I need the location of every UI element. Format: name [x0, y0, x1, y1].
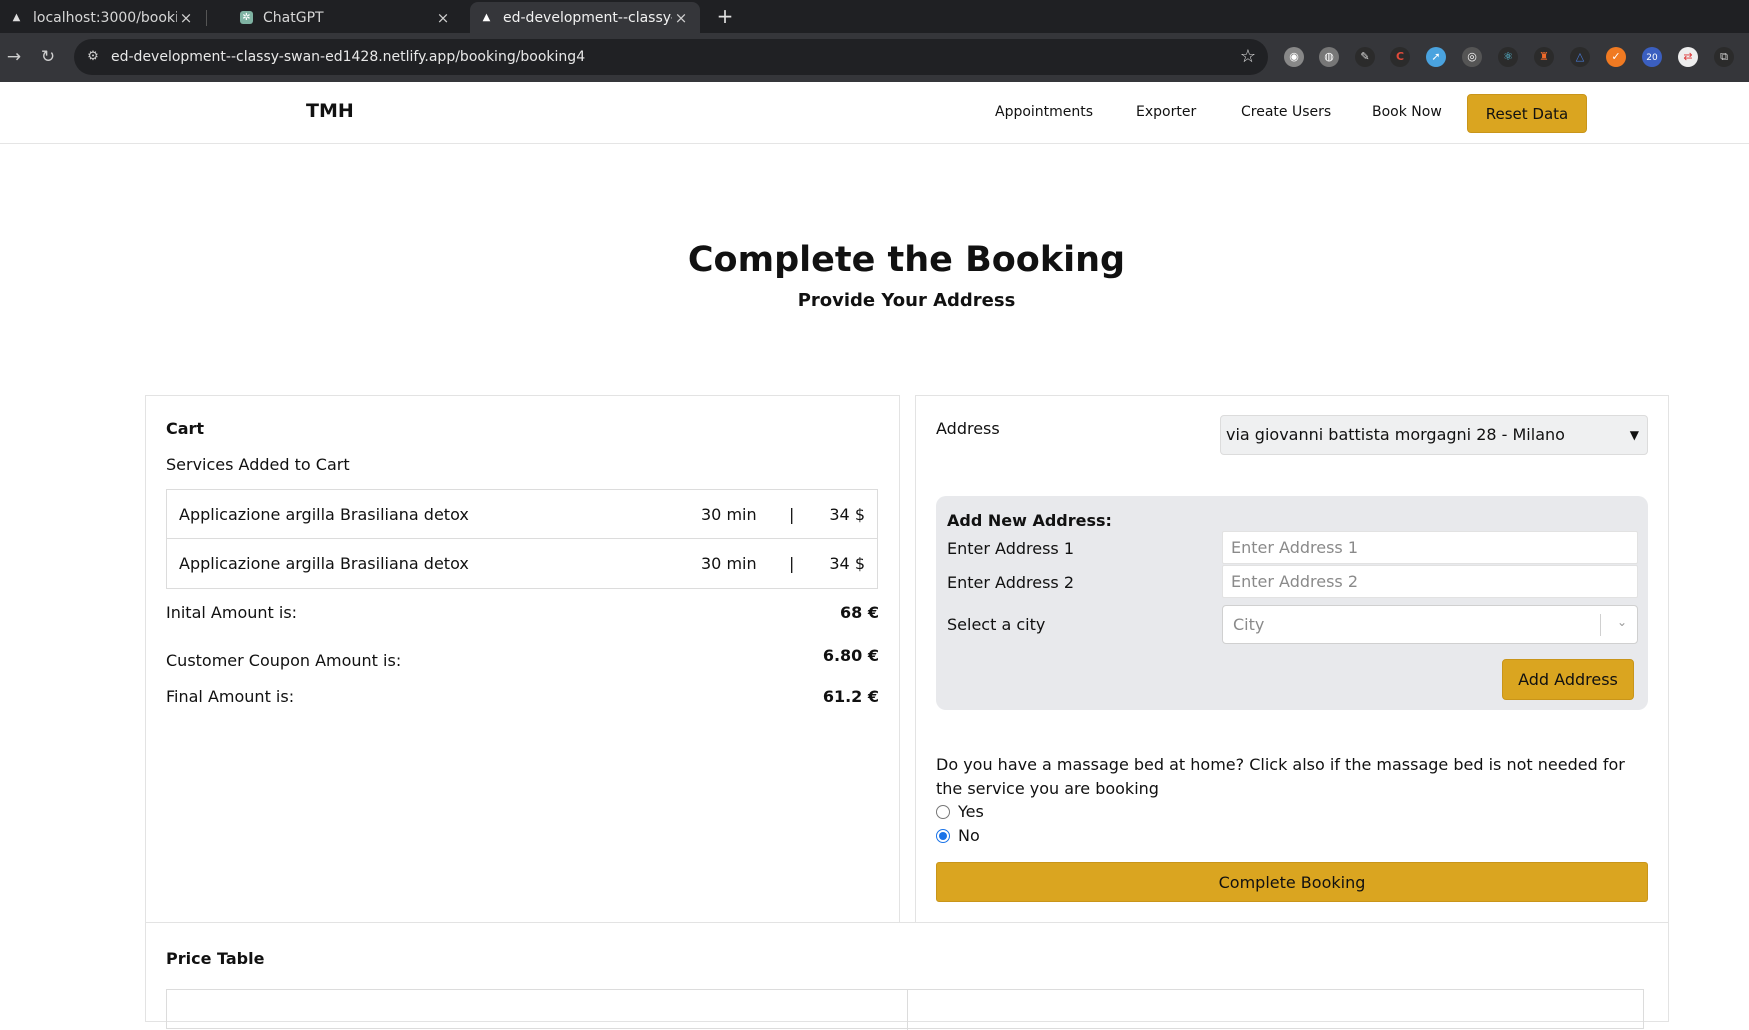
service-row: Applicazione argilla Brasiliana detox 30… — [167, 490, 877, 539]
triangle-favicon-icon: ▲ — [12, 12, 21, 23]
radio-no[interactable] — [936, 828, 950, 843]
radio-option-yes[interactable]: Yes — [936, 802, 984, 821]
selected-address: via giovanni battista morgagni 28 - Mila… — [1226, 425, 1565, 444]
extension-badge: 20 — [1646, 53, 1658, 63]
address-bar[interactable]: ⚙ ed-development--classy-swan-ed1428.net… — [74, 39, 1268, 75]
select-divider — [1600, 614, 1601, 636]
coupon-amount-label: Customer Coupon Amount is: — [166, 651, 402, 670]
tab-title: localhost:3000/booking/ — [33, 9, 177, 26]
url-text: ed-development--classy-swan-ed1428.netli… — [111, 49, 586, 65]
new-address-panel: Add New Address: Enter Address 1 Enter A… — [936, 496, 1648, 710]
service-duration: 30 min — [701, 505, 757, 524]
nav-exporter[interactable]: Exporter — [1136, 104, 1196, 120]
nav-book-now[interactable]: Book Now — [1372, 104, 1442, 120]
browser-toolbar: → ↻ ⚙ ed-development--classy-swan-ed1428… — [0, 33, 1749, 82]
service-row: Applicazione argilla Brasiliana detox 30… — [167, 539, 877, 588]
browser-tab-bar: ▲ localhost:3000/booking/ × ✲ ChatGPT × … — [0, 0, 1749, 33]
final-amount-label: Final Amount is: — [166, 687, 295, 706]
city-label: Select a city — [947, 615, 1046, 634]
react-extension-icon[interactable]: ⚛ — [1498, 47, 1518, 67]
tab-title: ed-development--classy- — [503, 9, 672, 26]
nav-appointments[interactable]: Appointments — [995, 104, 1093, 120]
close-tab-icon[interactable]: × — [177, 9, 195, 27]
cart-subtitle: Services Added to Cart — [166, 455, 350, 474]
initial-amount-value: 68 € — [840, 603, 879, 622]
radio-option-no[interactable]: No — [936, 826, 980, 845]
site-settings-icon[interactable]: ⚙ — [84, 48, 102, 66]
cart-card: Cart Services Added to Cart Applicazione… — [145, 395, 900, 923]
target-extension-icon[interactable]: ◎ — [1462, 47, 1482, 67]
add-address-button[interactable]: Add Address — [1502, 659, 1634, 700]
close-tab-icon[interactable]: × — [434, 9, 452, 27]
brand-logo[interactable]: TMH — [306, 100, 354, 122]
initial-amount-label: Inital Amount is: — [166, 603, 298, 622]
page-subtitle: Provide Your Address — [797, 290, 1016, 311]
c-extension-icon[interactable]: C — [1390, 47, 1410, 67]
service-price: 34 $ — [829, 505, 865, 524]
browser-tab-localhost[interactable]: ▲ localhost:3000/booking/ × — [0, 2, 205, 33]
globe-extension-icon[interactable]: ◍ — [1319, 47, 1339, 67]
cart-title: Cart — [166, 419, 205, 438]
browser-tab-active[interactable]: ▲ ed-development--classy- × — [470, 2, 700, 33]
radio-yes[interactable] — [936, 804, 950, 819]
forward-icon[interactable]: → — [2, 45, 26, 69]
service-name: Applicazione argilla Brasiliana detox — [179, 505, 469, 524]
chatgpt-favicon-icon: ✲ — [240, 11, 253, 24]
camera-extension-icon[interactable]: ◉ — [1284, 47, 1304, 67]
complete-booking-button[interactable]: Complete Booking — [936, 862, 1648, 902]
tab-title: ChatGPT — [263, 9, 324, 26]
service-name: Applicazione argilla Brasiliana detox — [179, 554, 469, 573]
price-table-card: Price Table — [145, 922, 1669, 1030]
address2-input[interactable] — [1222, 565, 1638, 598]
coupon-amount-value: 6.80 € — [822, 646, 879, 665]
red-extension-icon[interactable]: ⇄ — [1678, 47, 1698, 67]
services-table: Applicazione argilla Brasiliana detox 30… — [166, 489, 878, 589]
city-select[interactable]: City ⌄ — [1222, 605, 1638, 644]
service-price: 34 $ — [829, 554, 865, 573]
reload-icon[interactable]: ↻ — [36, 45, 60, 69]
new-tab-button[interactable]: + — [712, 4, 738, 30]
close-tab-icon[interactable]: × — [672, 9, 690, 27]
browser-tab-chatgpt[interactable]: ✲ ChatGPT × — [230, 2, 462, 33]
new-address-title: Add New Address: — [947, 511, 1112, 530]
triangle-favicon-icon: ▲ — [482, 12, 491, 23]
triangle-extension-icon[interactable]: △ — [1570, 47, 1590, 67]
puzzle-extensions-icon[interactable]: ⧉ — [1714, 47, 1734, 67]
address-card: Address via giovanni battista morgagni 2… — [915, 395, 1669, 923]
address-select[interactable]: via giovanni battista morgagni 28 - Mila… — [1220, 415, 1648, 455]
address-label: Address — [936, 419, 1000, 438]
radio-yes-label: Yes — [958, 802, 984, 821]
person-extension-icon[interactable]: ♜ — [1534, 47, 1554, 67]
service-separator: | — [789, 554, 795, 573]
chevron-down-icon[interactable]: ⌄ — [1617, 615, 1627, 629]
app-header: TMH Appointments Exporter Create Users B… — [0, 82, 1749, 144]
final-amount-value: 61.2 € — [822, 687, 879, 706]
radio-no-label: No — [958, 826, 980, 845]
nav-create-users[interactable]: Create Users — [1241, 104, 1331, 120]
tab-divider — [206, 10, 207, 26]
address1-label: Enter Address 1 — [947, 539, 1075, 558]
bookmark-star-icon[interactable]: ☆ — [1240, 46, 1256, 67]
address2-label: Enter Address 2 — [947, 573, 1075, 592]
orange-extension-icon[interactable]: ✓ — [1606, 47, 1626, 67]
address1-input[interactable] — [1222, 531, 1638, 564]
service-separator: | — [789, 505, 795, 524]
badge-extension-icon[interactable]: 20 — [1642, 47, 1662, 67]
massage-bed-question: Do you have a massage bed at home? Click… — [936, 755, 1625, 798]
compass-extension-icon[interactable]: ➚ — [1426, 47, 1446, 67]
page-title: Complete the Booking — [687, 240, 1126, 280]
price-table — [166, 989, 1644, 1030]
price-table-title: Price Table — [166, 949, 265, 968]
table-divider — [907, 990, 908, 1030]
chevron-down-icon: ▼ — [1629, 428, 1639, 442]
city-placeholder: City — [1233, 615, 1265, 634]
pen-extension-icon[interactable]: ✎ — [1355, 47, 1375, 67]
service-duration: 30 min — [701, 554, 757, 573]
reset-data-button[interactable]: Reset Data — [1467, 94, 1587, 133]
